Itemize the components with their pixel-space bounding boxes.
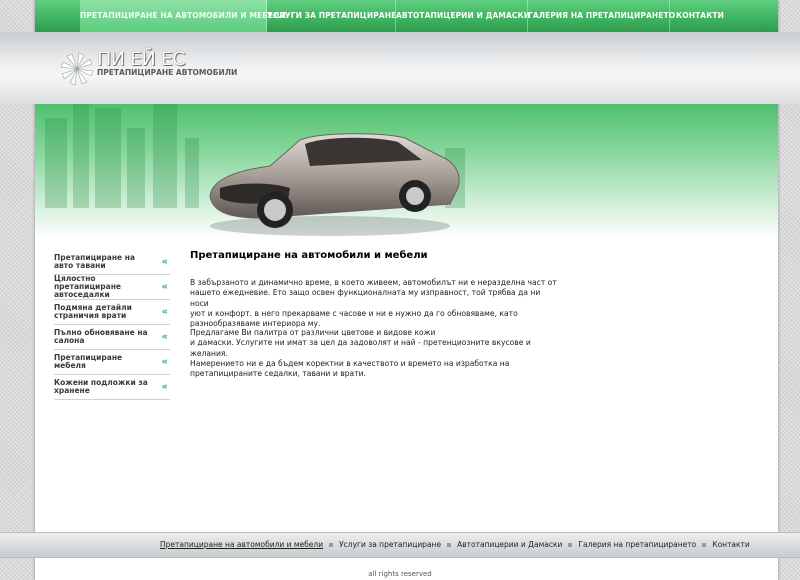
skyline-building [73,104,89,208]
skyline-building [185,138,199,208]
double-chevron-left-icon: « [161,356,168,368]
skyline-building [153,104,177,208]
sidebar-menu: Претапициране на авто тавани « Цялостно … [54,250,170,400]
square-bullet-icon [702,543,707,547]
skyline-building [127,128,145,208]
footer-link-upholstery[interactable]: Автотапицерии и Дамаски [457,540,562,549]
footer-link-contacts[interactable]: Контакти [712,540,750,549]
nav-item-services[interactable]: УСЛУГИ ЗА ПРЕТАПИЦИРАНЕ [267,0,396,32]
footer-navigation: Претапициране на автомобили и мебели Услу… [160,540,750,549]
square-bullet-icon [447,543,452,547]
nav-item-upholstery[interactable]: АВТОТАПИЦЕРИИ И ДАМАСКИ [396,0,530,32]
footer-link-gallery[interactable]: Галерия на претапицирането [578,540,696,549]
sidebar-item-label: Цялостно претапициране автоседалки [54,274,121,299]
square-bullet-icon [568,543,573,547]
intro-paragraph: В забързаното и динамично време, в което… [190,278,560,329]
sidebar-item-label: Подмяна детайли страничия врати [54,303,132,320]
top-navigation: ПРЕТАПИЦИРАНЕ НА АВТОМОБИЛИ И МЕБЕЛИ УСЛ… [35,0,778,33]
sidebar-item-seats[interactable]: Цялостно претапициране автоседалки « [54,275,170,300]
sidebar-item-interior[interactable]: Пълно обновяване на салона « [54,325,170,350]
paragraph-line: нашето ежедневие. Ето защо освен функцио… [190,288,541,308]
logo-subtitle: ПРЕТАПИЦИРАНЕ АВТОМОБИЛИ [97,68,238,77]
nav-item-contacts[interactable]: КОНТАКТИ [670,0,730,32]
offer-paragraph: Предлагаме Ви палитра от различни цветов… [190,328,560,379]
paragraph-line: претапицираните седалки, тавани и врати. [190,369,366,379]
paragraph-line: Намерението ни е да бъдем коректни в кач… [190,358,510,368]
paragraph-line: Предлагаме Ви палитра от различни цветов… [190,328,436,337]
skyline-building [95,108,121,208]
copyright-text: all rights reserved [368,570,432,578]
car-image [209,133,460,236]
footer-link-auto-furniture[interactable]: Претапициране на автомобили и мебели [160,540,323,549]
double-chevron-left-icon: « [161,281,168,293]
paragraph-line: и дамаски. Услугите ни имат за цел да за… [190,338,531,358]
sidebar-item-leather-mats[interactable]: Кожени подложки за хранене « [54,375,170,400]
page-title: Претапициране на автомобили и мебели [190,250,428,261]
double-chevron-left-icon: « [161,381,168,393]
nav-item-gallery[interactable]: ГАЛЕРИЯ НА ПРЕТАПИЦИРАНЕТО [528,0,675,32]
double-chevron-left-icon: « [161,306,168,318]
main-content: Претапициране на автомобили и мебели В з… [190,250,560,378]
sidebar-item-label: Пълно обновяване на салона [54,328,148,345]
double-chevron-left-icon: « [161,331,168,343]
sidebar-item-label: Претапициране на авто тавани [54,253,135,270]
sidebar-item-roof[interactable]: Претапициране на авто тавани « [54,250,170,275]
paragraph-line: уют и конфорт. в него прекарваме с часов… [190,308,518,318]
sidebar-item-doors[interactable]: Подмяна детайли страничия врати « [54,300,170,325]
sidebar-item-label: Претапициране мебеля [54,353,123,370]
square-bullet-icon [329,543,334,547]
logo-title[interactable]: ПИ ЕЙ ЕС [97,48,186,70]
hero-banner [35,104,778,238]
sidebar-item-label: Кожени подложки за хранене [54,378,148,395]
skyline-building [45,118,67,208]
double-chevron-left-icon: « [161,256,168,268]
logo-pinwheel-icon[interactable] [57,49,97,89]
paragraph-line: В забързаното и динамично време, в което… [190,278,557,287]
sidebar-item-furniture[interactable]: Претапициране мебеля « [54,350,170,375]
footer-link-services[interactable]: Услуги за претапициране [339,540,441,549]
nav-item-auto-furniture[interactable]: ПРЕТАПИЦИРАНЕ НА АВТОМОБИЛИ И МЕБЕЛИ [80,0,286,32]
